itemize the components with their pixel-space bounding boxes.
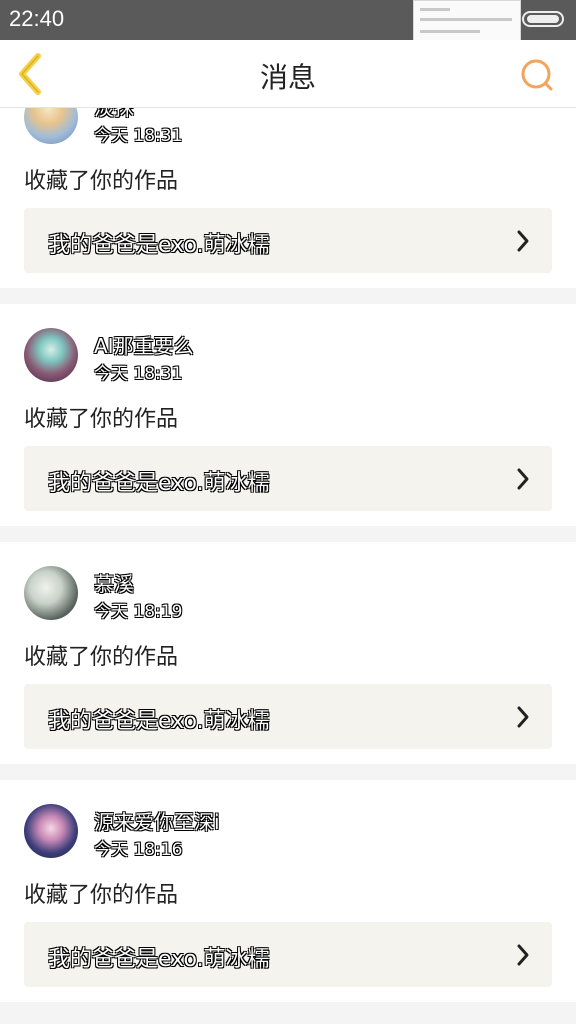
message-card: 源来爱你至深i 今天 18:16 收藏了你的作品 我的爸爸是exo.萌冰糯 [0, 780, 576, 1002]
work-link[interactable]: 我的爸爸是exo.萌冰糯 [24, 922, 552, 987]
status-time: 22:40 [9, 6, 65, 31]
floating-window-thumbnail[interactable] [413, 0, 521, 44]
message-action: 收藏了你的作品 [24, 407, 179, 432]
chevron-right-icon [517, 230, 529, 252]
avatar[interactable] [24, 566, 78, 620]
user-name[interactable]: AI那重要么 [94, 330, 194, 359]
message-action: 收藏了你的作品 [24, 169, 179, 194]
avatar[interactable] [24, 328, 78, 382]
status-bar: 22:40 [0, 0, 576, 44]
chevron-right-icon [517, 944, 529, 966]
battery-icon [522, 11, 564, 27]
search-icon [521, 59, 553, 91]
work-title: 我的爸爸是exo.萌冰糯 [48, 233, 270, 258]
work-title: 我的爸爸是exo.萌冰糯 [48, 471, 270, 496]
message-time: 今天 18:31 [94, 126, 183, 146]
work-title: 我的爸爸是exo.萌冰糯 [48, 709, 270, 734]
nav-bar: 消息 [0, 40, 576, 108]
message-card: 淡抹 今天 18:31 收藏了你的作品 我的爸爸是exo.萌冰糯 [0, 108, 576, 288]
user-name[interactable]: 淡抹 [94, 108, 134, 121]
message-time: 今天 18:31 [94, 364, 183, 384]
message-action: 收藏了你的作品 [24, 645, 179, 670]
message-card: AI那重要么 今天 18:31 收藏了你的作品 我的爸爸是exo.萌冰糯 [0, 304, 576, 526]
page-title: 消息 [259, 61, 316, 94]
search-button[interactable] [516, 54, 558, 96]
work-link[interactable]: 我的爸爸是exo.萌冰糯 [24, 684, 552, 749]
chevron-right-icon [517, 468, 529, 490]
work-title: 我的爸爸是exo.萌冰糯 [48, 947, 270, 972]
message-time: 今天 18:19 [94, 602, 183, 622]
message-time: 今天 18:16 [94, 840, 183, 860]
message-card: 慕溪 今天 18:19 收藏了你的作品 我的爸爸是exo.萌冰糯 [0, 542, 576, 764]
user-name[interactable]: 源来爱你至深i [94, 806, 220, 835]
avatar[interactable] [24, 108, 78, 144]
message-action: 收藏了你的作品 [24, 883, 179, 908]
user-name[interactable]: 慕溪 [94, 568, 134, 597]
message-list[interactable]: 淡抹 今天 18:31 收藏了你的作品 我的爸爸是exo.萌冰糯 AI那重要么 … [0, 108, 576, 1024]
chevron-right-icon [517, 706, 529, 728]
work-link[interactable]: 我的爸爸是exo.萌冰糯 [24, 446, 552, 511]
work-link[interactable]: 我的爸爸是exo.萌冰糯 [24, 208, 552, 273]
avatar[interactable] [24, 804, 78, 858]
